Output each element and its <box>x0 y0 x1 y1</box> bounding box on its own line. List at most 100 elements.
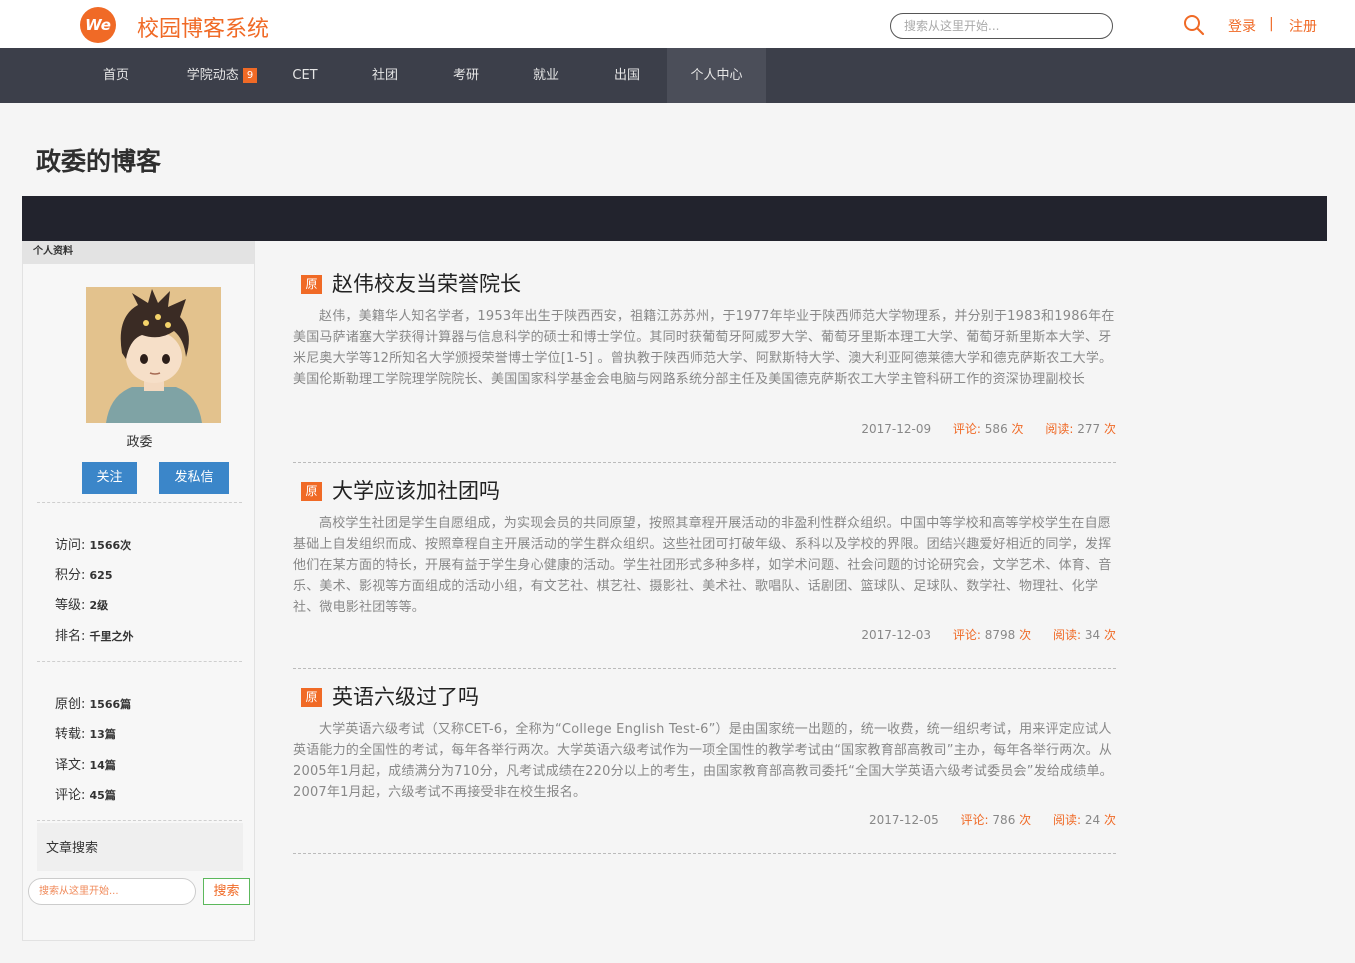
stat-label: 排名: <box>55 629 86 644</box>
unit-label: 次 <box>1103 628 1116 642</box>
search-icon[interactable] <box>1183 14 1205 36</box>
reads-count: 277 <box>1077 422 1101 436</box>
search-input[interactable]: 搜索从这里开始... <box>890 13 1113 39</box>
nav-label: 就业 <box>532 68 559 83</box>
nav-label: 首页 <box>102 68 129 83</box>
nav-item-college-news[interactable]: 学院动态 9 <box>170 48 274 103</box>
stat-label: 访问: <box>55 538 86 553</box>
article-title-text[interactable]: 赵伟校友当荣誉院长 <box>332 272 521 296</box>
nav-item-abroad[interactable]: 出国 <box>597 48 657 103</box>
nav-label: CET <box>292 68 318 83</box>
article-item: 原大学应该加社团吗 高校学生社团是学生自愿组成，为实现会员的共同原望，按照其章程… <box>293 475 1116 671</box>
reads-label: 阅读: <box>1053 628 1082 642</box>
reads-label: 阅读: <box>1053 813 1082 827</box>
article-date: 2017-12-09 <box>861 422 932 436</box>
comments-label: 评论: <box>960 813 989 827</box>
register-link[interactable]: 注册 <box>1289 16 1317 36</box>
article-search-button[interactable]: 搜索 <box>203 878 250 905</box>
nav-item-cet[interactable]: CET <box>280 48 330 103</box>
article-meta: 2017-12-05 评论: 786 次 阅读: 24 次 <box>869 811 1116 828</box>
notification-badge: 9 <box>242 68 258 83</box>
divider <box>293 462 1116 463</box>
article-search-label: 文章搜索 <box>37 823 243 871</box>
unit-label: 次 <box>1011 422 1024 436</box>
stat-label: 原创: <box>55 697 86 712</box>
divider <box>37 661 242 662</box>
unit-label: 次 <box>1103 422 1116 436</box>
article-meta: 2017-12-03 评论: 8798 次 阅读: 34 次 <box>861 626 1116 643</box>
stat-rank: 排名: 千里之外 <box>55 625 134 644</box>
comments-count: 586 <box>984 422 1008 436</box>
original-tag: 原 <box>301 275 322 294</box>
stat-label: 积分: <box>55 568 86 583</box>
site-title[interactable]: 校园博客系统 <box>137 11 269 43</box>
article-date: 2017-12-03 <box>861 628 932 642</box>
unit-label: 次 <box>1019 813 1032 827</box>
article-summary: 赵伟，美籍华人知名学者，1953年出生于陕西西安，祖籍江苏苏州，于1977年毕业… <box>293 309 1115 387</box>
login-link[interactable]: 登录 <box>1228 16 1256 36</box>
sidebar-header: 个人资料 <box>23 241 254 264</box>
nav-label: 出国 <box>613 68 640 83</box>
page-title: 政委的博客 <box>36 147 162 176</box>
logo[interactable]: We <box>80 7 116 43</box>
message-button[interactable]: 发私信 <box>159 462 229 494</box>
stat-value: 2级 <box>89 599 109 612</box>
avatar-illustration <box>86 287 221 423</box>
article-item: 原赵伟校友当荣誉院长 赵伟，美籍华人知名学者，1953年出生于陕西西安，祖籍江苏… <box>293 268 1116 464</box>
article-title[interactable]: 原英语六级过了吗 <box>301 681 479 711</box>
nav-item-postgrad[interactable]: 考研 <box>436 48 496 103</box>
follow-button[interactable]: 关注 <box>82 462 137 494</box>
article-title-text[interactable]: 大学应该加社团吗 <box>332 479 500 503</box>
divider <box>293 668 1116 669</box>
nav-item-jobs[interactable]: 就业 <box>516 48 576 103</box>
article-search-input[interactable]: 搜索从这里开始... <box>28 878 196 905</box>
original-tag: 原 <box>301 688 322 707</box>
stat-value: 1566次 <box>89 539 132 552</box>
unit-label: 次 <box>1019 628 1032 642</box>
count-original: 原创: 1566篇 <box>55 693 131 712</box>
author-name[interactable]: 政委 <box>23 431 256 450</box>
top-header: We 校园博客系统 搜索从这里开始... 登录 | 注册 <box>0 0 1355 48</box>
reads-count: 34 <box>1084 628 1101 642</box>
article-date: 2017-12-05 <box>868 813 939 827</box>
profile-sidebar: 个人资料 政委 关注 发私信 访问: 1566次 积分: 625 等级: 2级 … <box>22 241 255 941</box>
stat-value: 45篇 <box>89 789 116 802</box>
comments-count: 8798 <box>984 628 1016 642</box>
article-item: 原英语六级过了吗 大学英语六级考试（又称CET-6，全称为“College En… <box>293 681 1116 857</box>
divider <box>37 502 242 503</box>
stat-label: 译文: <box>55 758 86 773</box>
count-translated: 译文: 14篇 <box>55 754 116 773</box>
stat-value: 14篇 <box>89 759 116 772</box>
avatar[interactable] <box>86 287 221 423</box>
count-reposted: 转载: 13篇 <box>55 723 116 742</box>
article-title[interactable]: 原大学应该加社团吗 <box>301 475 500 505</box>
stat-level: 等级: 2级 <box>55 594 108 613</box>
stat-value: 1566篇 <box>89 698 132 711</box>
article-meta: 2017-12-09 评论: 586 次 阅读: 277 次 <box>861 420 1116 437</box>
nav-label: 考研 <box>452 68 479 83</box>
nav-label: 个人中心 <box>690 68 743 83</box>
article-summary: 高校学生社团是学生自愿组成，为实现会员的共同原望，按照其章程开展活动的非盈利性群… <box>293 516 1112 615</box>
nav-item-clubs[interactable]: 社团 <box>355 48 415 103</box>
stat-value: 千里之外 <box>89 630 134 643</box>
stat-points: 积分: 625 <box>55 564 113 583</box>
auth-separator: | <box>1269 16 1274 32</box>
count-comments: 评论: 45篇 <box>55 784 116 803</box>
stat-label: 评论: <box>55 788 86 803</box>
unit-label: 次 <box>1103 813 1116 827</box>
article-title-text[interactable]: 英语六级过了吗 <box>332 685 479 709</box>
nav-item-home[interactable]: 首页 <box>84 48 148 103</box>
main-nav: 首页 学院动态 9 CET 社团 考研 就业 出国 个人中心 <box>0 48 1355 103</box>
nav-label: 学院动态 <box>186 68 239 83</box>
stat-visits: 访问: 1566次 <box>55 534 131 553</box>
nav-label: 社团 <box>371 68 398 83</box>
divider <box>293 853 1116 854</box>
stat-value: 13篇 <box>89 728 116 741</box>
original-tag: 原 <box>301 482 322 501</box>
blog-banner <box>22 196 1327 241</box>
reads-label: 阅读: <box>1045 422 1074 436</box>
stat-value: 625 <box>89 569 113 582</box>
comments-count: 786 <box>992 813 1016 827</box>
nav-item-personal-center[interactable]: 个人中心 <box>667 48 766 103</box>
article-title[interactable]: 原赵伟校友当荣誉院长 <box>301 268 521 298</box>
